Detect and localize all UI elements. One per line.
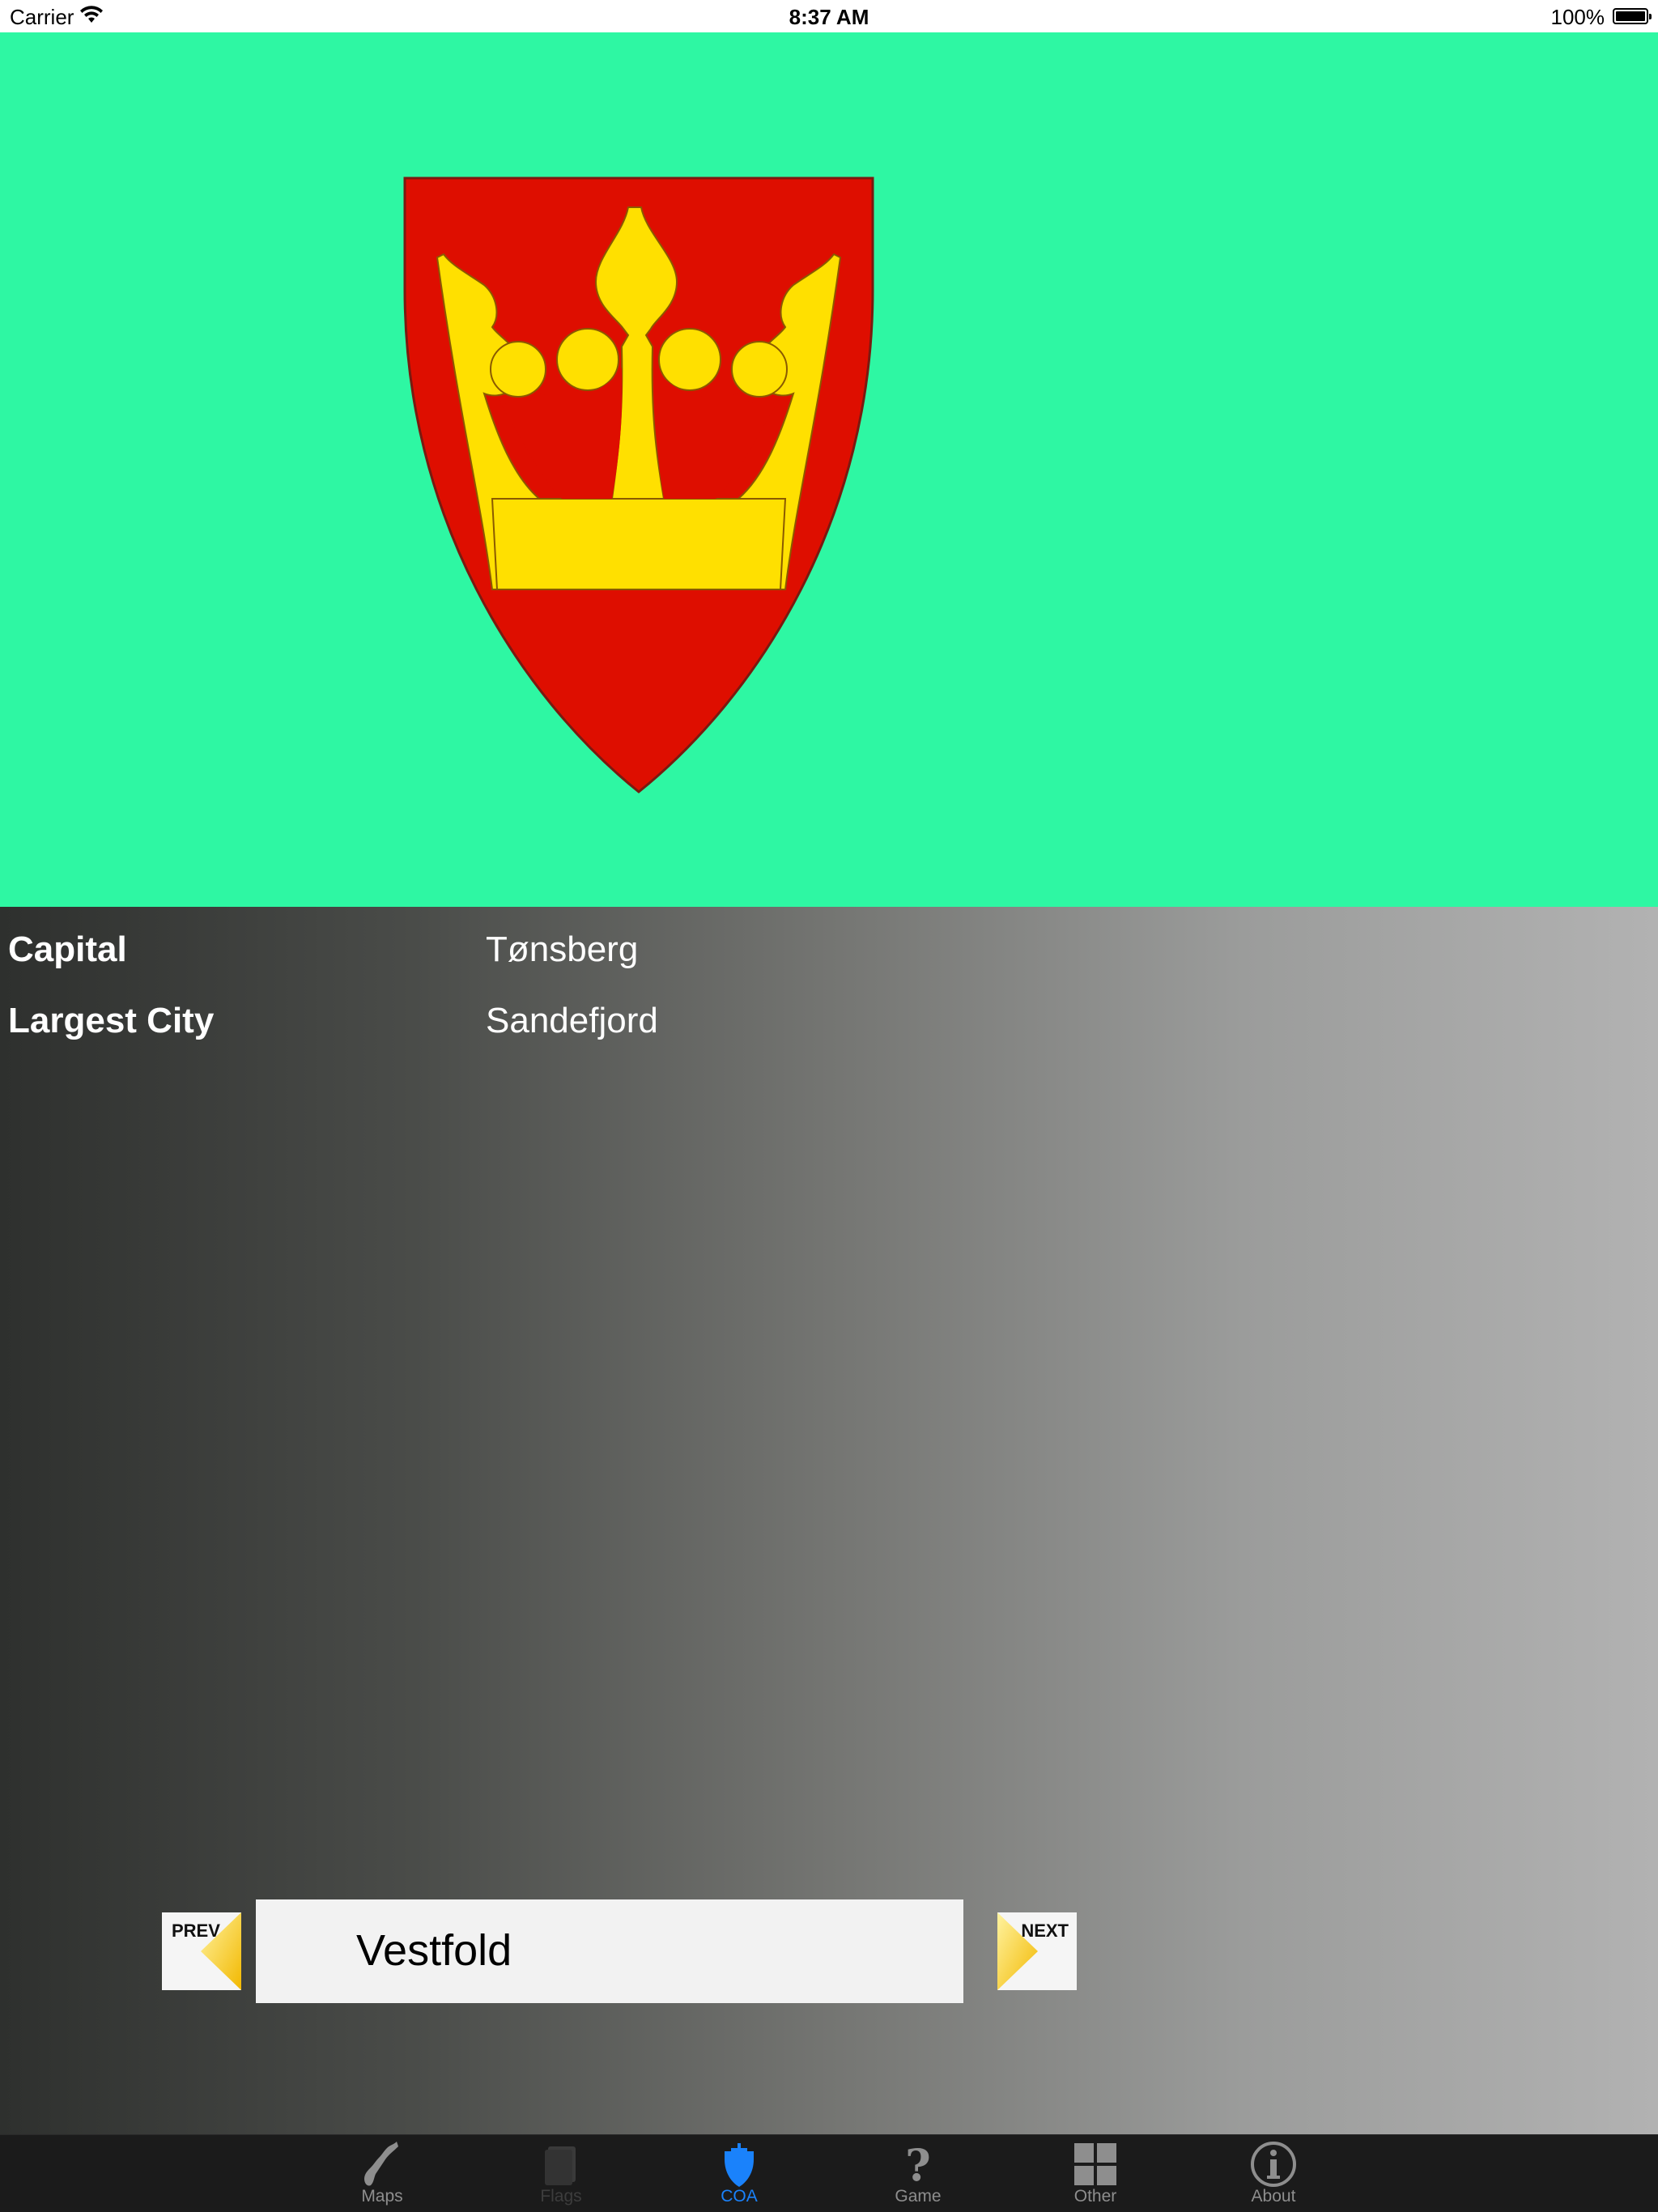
prev-button[interactable]: PREV — [162, 1912, 241, 1990]
tab-about-label: About — [1251, 2187, 1296, 2206]
tab-other[interactable]: Other — [1022, 2135, 1168, 2212]
flag-book-icon — [545, 2146, 576, 2185]
next-label: NEXT — [1021, 1921, 1069, 1941]
next-button[interactable]: NEXT — [997, 1912, 1077, 1990]
tab-flags-label: Flags — [540, 2187, 582, 2206]
grid-icon — [1074, 2143, 1116, 2185]
coat-of-arms-panel — [0, 32, 1658, 907]
shield-icon — [725, 2143, 754, 2187]
capital-row: Capital Tønsberg — [0, 923, 1658, 980]
region-name-box: Vestfold — [256, 1899, 963, 2003]
tab-coa[interactable]: COA — [666, 2135, 812, 2212]
tab-game[interactable]: ? Game — [845, 2135, 991, 2212]
tab-flags[interactable]: Flags — [488, 2135, 634, 2212]
region-name: Vestfold — [356, 1926, 512, 1975]
tab-other-label: Other — [1073, 2187, 1117, 2206]
tab-game-label: Game — [895, 2187, 942, 2206]
largest-city-value: Sandefjord — [486, 1001, 658, 1040]
info-panel: Capital Tønsberg Largest City Sandefjord… — [0, 907, 1658, 2134]
question-mark-icon: ? — [905, 2140, 931, 2189]
capital-value: Tønsberg — [486, 929, 639, 969]
tab-about[interactable]: About — [1201, 2135, 1346, 2212]
capital-label: Capital — [8, 929, 127, 969]
battery-icon — [1613, 8, 1652, 24]
crown-shield-icon — [403, 177, 874, 793]
tab-bar: Maps Flags COA ? Game Other About — [0, 2134, 1658, 2212]
status-bar: Carrier 8:37 AM 100% — [0, 0, 1658, 32]
largest-city-label: Largest City — [8, 1001, 215, 1040]
info-icon — [1251, 2142, 1296, 2187]
tab-coa-label: COA — [721, 2187, 758, 2206]
largest-city-row: Largest City Sandefjord — [0, 994, 1658, 1051]
tab-maps[interactable]: Maps — [309, 2135, 455, 2212]
battery-percent: 100% — [1550, 5, 1605, 29]
tab-maps-label: Maps — [361, 2187, 403, 2206]
svg-text:?: ? — [905, 2140, 931, 2189]
norway-map-icon — [364, 2142, 398, 2186]
clock: 8:37 AM — [789, 5, 869, 29]
prev-label: PREV — [172, 1921, 220, 1941]
